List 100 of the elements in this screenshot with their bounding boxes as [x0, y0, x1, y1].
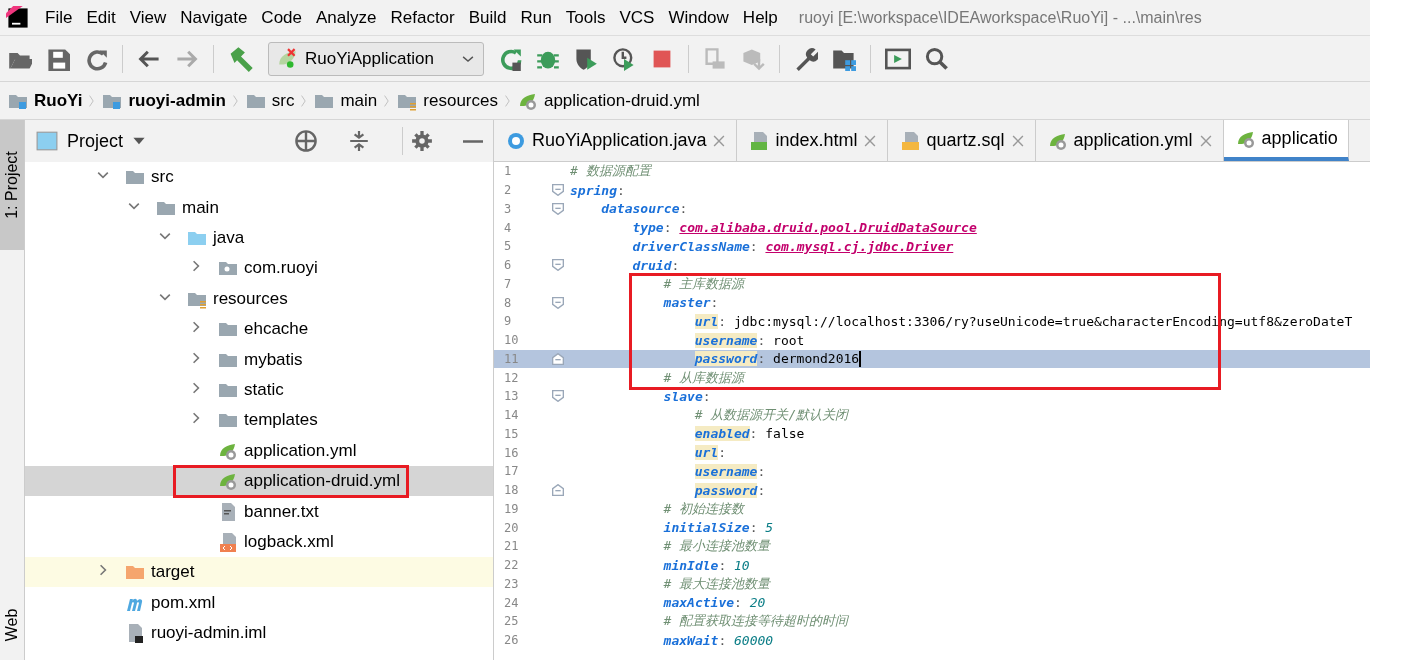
- tree-item-label: src: [151, 167, 174, 188]
- tree-row[interactable]: src: [25, 162, 493, 193]
- code-text: minIdle: 10: [663, 557, 750, 573]
- tree-item-label: static: [244, 379, 284, 400]
- line-number: 14: [503, 408, 520, 423]
- line-number: 2: [503, 183, 513, 198]
- menu-item[interactable]: Edit: [79, 7, 123, 28]
- tree-row[interactable]: resources: [25, 283, 493, 314]
- fold-marker-icon: [552, 484, 564, 497]
- line-number: 19: [503, 501, 520, 516]
- menu-item[interactable]: Code: [254, 7, 309, 28]
- menu-item[interactable]: Run: [513, 7, 559, 28]
- breadcrumb[interactable]: src: [245, 90, 295, 111]
- menu-item[interactable]: Help: [735, 7, 785, 28]
- device-icon: [703, 46, 727, 71]
- fold-marker-icon: [552, 352, 564, 365]
- code-text: master:: [663, 295, 719, 311]
- target-icon: [294, 129, 318, 153]
- tree-row[interactable]: ruoyi-admin.iml: [25, 617, 493, 649]
- breadcrumb[interactable]: main: [314, 90, 378, 111]
- line-number: 10: [503, 333, 520, 348]
- panel-title[interactable]: Project: [67, 130, 124, 152]
- tree-item-label: application-druid.yml: [244, 471, 400, 492]
- tree-row[interactable]: application-druid.yml: [25, 465, 493, 497]
- web-tool-button[interactable]: Web: [0, 590, 24, 660]
- tree-item-label: ruoyi-admin.iml: [151, 623, 267, 644]
- tree-row[interactable]: ehcache: [25, 313, 493, 345]
- breadcrumb[interactable]: RuoYi: [8, 90, 83, 111]
- code-text: datasource:: [601, 201, 688, 217]
- menu-item[interactable]: VCS: [612, 7, 662, 28]
- line-number: 7: [503, 276, 513, 291]
- search-icon: [925, 46, 949, 71]
- tree-row[interactable]: templates: [25, 405, 493, 436]
- menu-item[interactable]: Navigate: [173, 7, 255, 28]
- tree-row[interactable]: pom.xml: [25, 587, 493, 618]
- settings-icon: [411, 130, 433, 152]
- menu-item[interactable]: File: [38, 7, 80, 28]
- close-icon: [863, 133, 878, 148]
- tree-row[interactable]: application.yml: [25, 435, 493, 466]
- code-text: driverClassName: com.mysql.cj.jdbc.Driver: [632, 238, 954, 254]
- line-number: 21: [503, 539, 520, 554]
- tree-row[interactable]: java: [25, 222, 493, 254]
- class-icon: [506, 130, 526, 151]
- tree-item-label: templates: [244, 410, 318, 431]
- clock-play-icon: [612, 46, 636, 71]
- window-icon: [35, 130, 59, 152]
- leaf-gear-icon: [218, 471, 238, 492]
- fold-marker-icon: [552, 390, 564, 403]
- breadcrumb[interactable]: resources: [397, 90, 498, 111]
- tree-row[interactable]: com.ruoyi: [25, 253, 493, 284]
- line-number: 24: [503, 595, 520, 610]
- menu-item[interactable]: Window: [661, 7, 736, 28]
- line-number: 26: [503, 633, 520, 648]
- line-number: 17: [503, 464, 520, 479]
- line-number: 13: [503, 389, 520, 404]
- line-number: 11: [503, 351, 520, 366]
- menu-item[interactable]: Refactor: [383, 7, 462, 28]
- project-tool-button[interactable]: 1: Project: [0, 120, 24, 250]
- tree-item-label: pom.xml: [151, 592, 216, 613]
- tree-row[interactable]: banner.txt: [25, 496, 493, 527]
- tree-item-label: resources: [213, 288, 288, 309]
- line-number: 23: [503, 576, 520, 591]
- line-number: 9: [503, 314, 513, 329]
- code-text: initialSize: 5: [663, 520, 774, 536]
- code-text: # 最大连接池数量: [663, 574, 771, 593]
- breadcrumb[interactable]: ruoyi-admin: [102, 90, 226, 111]
- line-number: 20: [503, 520, 520, 535]
- tree-row[interactable]: main: [25, 192, 493, 223]
- code-text: slave:: [663, 388, 711, 404]
- tree-row[interactable]: mybatis: [25, 344, 493, 375]
- tree-row[interactable]: static: [25, 374, 493, 406]
- code-text: username: root: [694, 332, 805, 348]
- code-text: spring:: [570, 182, 625, 198]
- tree-item-label: mybatis: [244, 349, 303, 370]
- code-text: maxWait: 60000: [663, 632, 774, 648]
- tree-row[interactable]: target: [25, 557, 493, 588]
- fold-marker-icon: [552, 296, 564, 309]
- editor-tab[interactable]: applicatio: [1223, 120, 1349, 161]
- code-text: druid:: [632, 257, 680, 273]
- menu-item[interactable]: Build: [461, 7, 514, 28]
- tree-row[interactable]: logback.xml: [25, 526, 493, 558]
- run-configuration-dropdown[interactable]: RuoYiApplication: [268, 41, 484, 76]
- code-text: password: dermond2016: [694, 350, 862, 368]
- menu-item[interactable]: Tools: [558, 7, 613, 28]
- tree-item-label: logback.xml: [244, 531, 334, 552]
- fold-marker-icon: [552, 202, 564, 215]
- menu-item[interactable]: Analyze: [309, 7, 384, 28]
- code-text: enabled: false: [694, 426, 805, 442]
- line-number: 12: [503, 370, 520, 385]
- window-title: ruoyi [E:\workspace\IDEAworkspace\RuoYi] - ...\main\res: [798, 8, 1202, 27]
- tree-item-label: banner.txt: [244, 501, 319, 522]
- tree-item-label: ehcache: [244, 319, 309, 340]
- line-number: 22: [503, 558, 520, 573]
- leaf-gear-icon: [277, 47, 299, 70]
- tree-item-label: java: [213, 228, 245, 248]
- fold-marker-icon: [552, 184, 564, 197]
- breadcrumb[interactable]: application-druid.yml: [517, 90, 700, 111]
- line-number: 3: [503, 201, 513, 216]
- tree-item-label: target: [151, 562, 195, 583]
- menu-item[interactable]: View: [122, 7, 174, 28]
